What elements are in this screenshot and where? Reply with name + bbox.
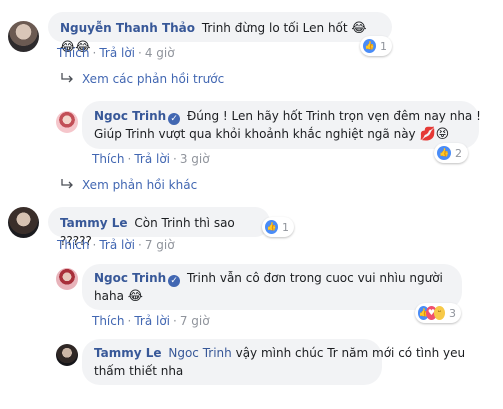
separator: · [138,238,142,252]
verified-badge-icon: ✓ [168,113,181,125]
comment-bubble: Tammy Le Còn Trinh thì sao ????? [48,207,270,248]
comment-actions: Thích · Trả lời · 3 giờ [92,152,210,166]
reaction-count: 1 [282,220,289,234]
comment-line: haha 😂 [94,287,450,306]
avatar[interactable] [56,111,78,133]
comment-line: Ngoc Trinh ✓ Trinh vẫn cô đơn trong cuoc … [94,269,450,287]
reaction-summary[interactable]: 👍 1 [360,36,392,56]
avatar[interactable] [56,268,78,290]
view-previous-replies-link[interactable]: Xem các phản hồi trước [60,72,224,86]
separator: · [127,152,132,166]
like-reaction-icon: 👍 [363,39,376,53]
like-link[interactable]: Thích [92,152,124,166]
comment-text: Đúng ! Len hãy hốt Trinh trọn vẹn đêm na… [186,109,481,123]
comment-text: haha [94,289,124,303]
reaction-count: 2 [455,146,462,160]
reply-arrow-icon [61,179,73,189]
reply-link[interactable]: Trả lời [99,238,135,252]
reaction-summary[interactable]: 👍 2 [434,143,468,163]
separator: · [92,46,97,60]
comment-time[interactable]: 3 giờ [180,152,210,166]
comment-line: Ngoc Trinh ✓ Đúng ! Len hãy hốt Trinh trọ… [94,107,481,125]
reaction-count: 3 [449,306,456,320]
avatar[interactable] [56,344,78,366]
haha-reaction-icon: ᵕ [434,306,445,320]
avatar[interactable] [8,207,39,238]
separator: · [138,46,142,60]
comment-bubble: Tammy Le Ngoc Trinh vậy mình chúc Tr năm… [82,339,465,385]
like-reaction-icon: 👍 [265,220,278,234]
comment-line: Tammy Le Ngoc Trinh vậy mình chúc Tr năm… [94,344,465,362]
reply-arrow-icon [61,73,73,83]
comment-author[interactable]: Ngoc Trinh [94,271,166,285]
comment-author[interactable]: Ngoc Trinh [94,109,166,123]
comment-text: thấm thiết nha [94,364,184,378]
comment-author[interactable]: Nguyễn Thanh Thảo [60,21,195,35]
view-other-replies-link[interactable]: Xem phản hồi khác [60,178,197,192]
comment-bubble: Ngoc Trinh ✓ Đúng ! Len hãy hốt Trinh trọ… [82,101,481,149]
comment-text: Trinh đừng lo tối Len hốt [201,21,348,35]
comment-line: Giúp Trinh vượt qua khỏi khoảnh khắc ngh… [94,125,467,144]
mention-link[interactable]: Ngoc Trinh [168,346,231,360]
separator: · [173,152,177,166]
reaction-count: 1 [380,39,387,53]
comment-text: Trinh vẫn cô đơn trong cuoc vui nhìu ngư… [186,271,443,285]
reply-link[interactable]: Trả lời [134,314,170,328]
reaction-summary[interactable]: 👍 1 [262,217,294,237]
comment-text: vậy mình chúc Tr năm mới có tình yeu [235,346,466,360]
comment-actions: Thích · Trả lời · 7 giờ [57,238,175,252]
comment-author[interactable]: Tammy Le [60,216,128,230]
like-link[interactable]: Thích [92,314,124,328]
separator: · [173,314,177,328]
like-link[interactable]: Thích [57,46,89,60]
comment-time[interactable]: 4 giờ [145,46,175,60]
separator: · [127,314,132,328]
comment-text: Giúp Trinh vượt qua khỏi khoảnh khắc ngh… [94,127,416,141]
comment-actions: Thích · Trả lời · 4 giờ [57,46,175,60]
comment-author[interactable]: Tammy Le [94,346,162,360]
verified-badge-icon: ✓ [168,275,181,287]
laughing-emoji-icon: 😂 [127,289,143,304]
comment-bubble: Nguyễn Thanh Thảo Trinh đừng lo tối Len … [48,12,392,55]
like-reaction-icon: 👍 [437,146,451,160]
separator: · [92,238,97,252]
kiss-emoji-icon: 💋 [419,127,436,142]
comment-line: thấm thiết nha [94,362,370,380]
reply-link[interactable]: Trả lời [134,152,170,166]
comment-time[interactable]: 7 giờ [145,238,175,252]
comment-time[interactable]: 7 giờ [180,314,210,328]
avatar[interactable] [8,21,39,52]
tongue-emoji-icon: 😝 [435,127,450,142]
comment-actions: Thích · Trả lời · 7 giờ [92,314,210,328]
like-link[interactable]: Thích [57,238,89,252]
reaction-summary[interactable]: 👍 ♥ ᵕ 3 [415,303,461,323]
reply-link[interactable]: Trả lời [99,46,135,60]
comment-bubble: Ngoc Trinh ✓ Trinh vẫn cô đơn trong cuoc … [82,264,462,310]
